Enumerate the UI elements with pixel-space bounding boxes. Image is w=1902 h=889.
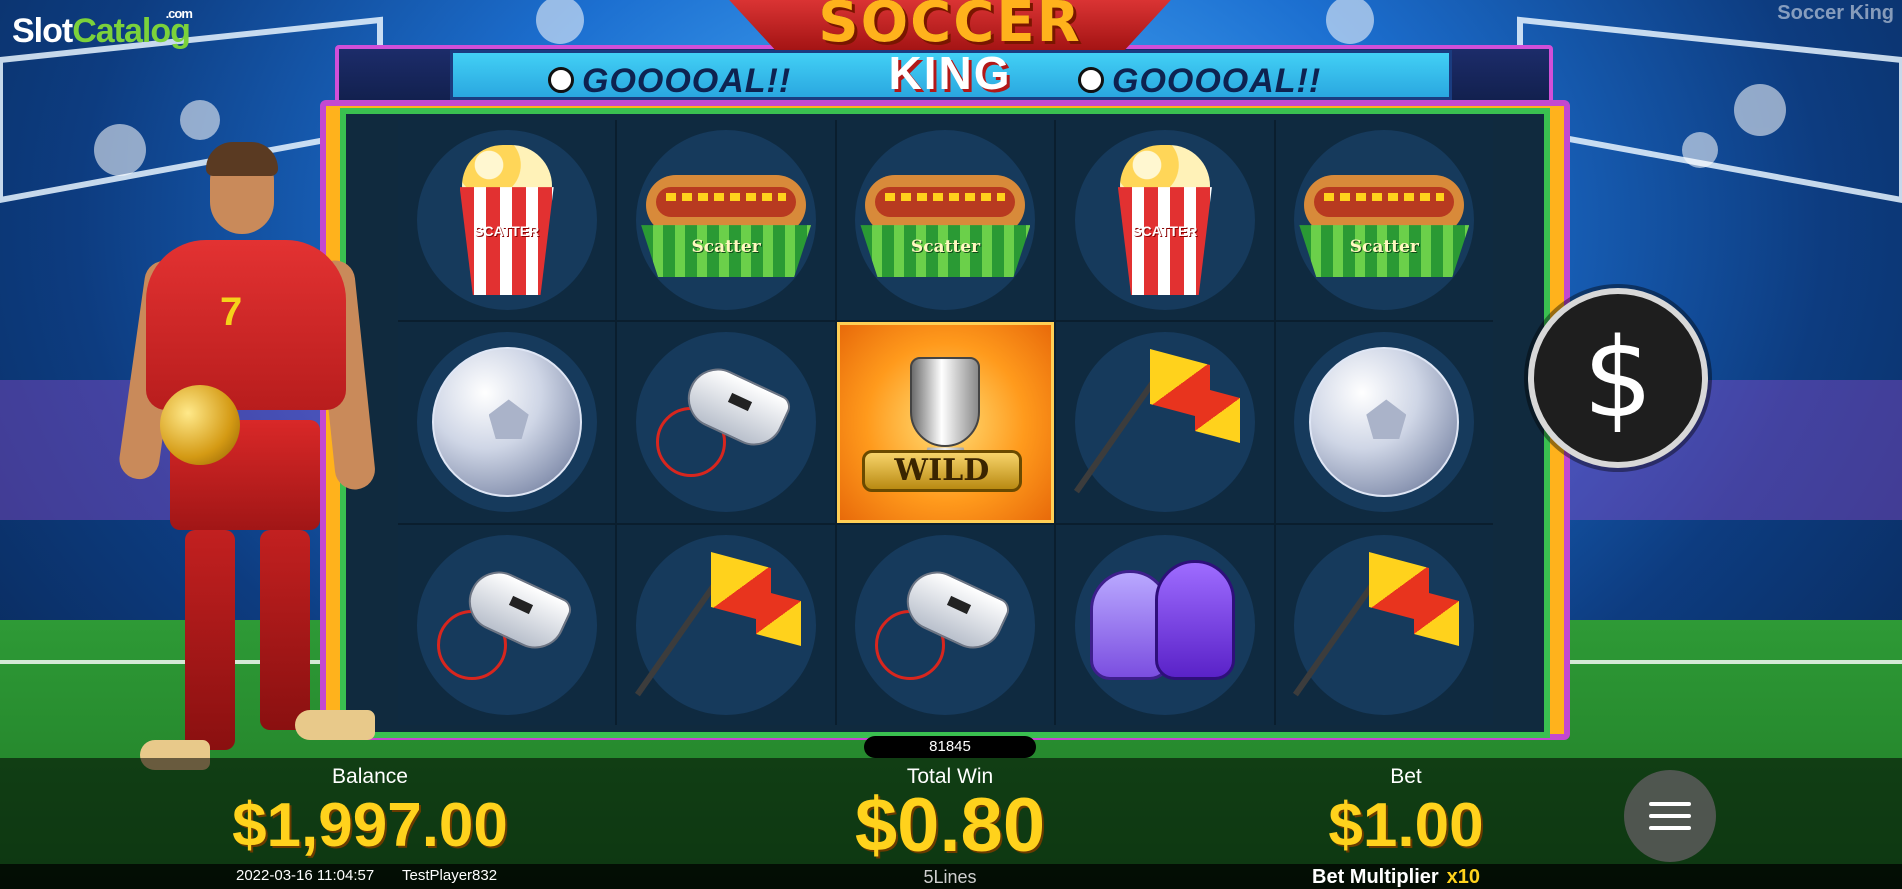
hotdog-scatter-symbol: Scatter (1299, 155, 1470, 285)
corner-flag-symbol (1073, 347, 1240, 497)
bet-multiplier: Bet Multiplier x10 (1312, 866, 1480, 889)
player-shirt (146, 240, 346, 410)
reel-cell (617, 524, 835, 725)
site-logo: SlotCatalog .com (12, 6, 193, 51)
bet-label: Bet (1390, 765, 1422, 788)
reel-cell (1056, 524, 1274, 725)
reel-cell: Scatter (617, 120, 835, 321)
hotdog-sausage (875, 187, 1016, 218)
lines-indicator: 5Lines (923, 867, 977, 887)
hotdog-mustard (885, 193, 1006, 202)
reel-cell-wild: WILD (836, 322, 1055, 523)
soccer-player-character: 7 (110, 140, 400, 800)
goalkeeper-gloves-symbol (1080, 550, 1250, 700)
trophy-cup (910, 357, 981, 448)
site-logo-slot: Slot (12, 12, 73, 50)
player-boot (295, 710, 375, 740)
reel-cell (836, 524, 1055, 725)
hamburger-icon (1649, 814, 1691, 818)
flag-cloth (1414, 588, 1460, 646)
hotdog-sausage (656, 187, 797, 218)
hamburger-icon (1649, 802, 1691, 806)
reel-cell (398, 524, 616, 725)
popcorn-box (1117, 187, 1212, 296)
hotdog-scatter-symbol: Scatter (641, 155, 812, 285)
balance-label: Balance (332, 765, 408, 788)
reel-grid: SCATTER Scatter Scatter SCATTER Scatter … (398, 120, 1493, 725)
hotdog-scatter-symbol: Scatter (860, 155, 1031, 285)
soccer-ball-symbol (431, 347, 582, 498)
reel-cell (1275, 524, 1493, 725)
glove-right (1154, 559, 1235, 680)
flag-cloth (756, 588, 802, 646)
balance-value: $1,997.00 (232, 791, 508, 860)
dollar-icon: $ (1583, 314, 1653, 442)
hotdog-sausage (1314, 187, 1455, 218)
player-hair (206, 142, 278, 176)
flag-cloth (1194, 386, 1240, 444)
logo-line-2: KING (888, 47, 1012, 99)
scatter-label: Scatter (691, 237, 761, 258)
whistle-symbol (870, 560, 1020, 690)
soccer-ball-symbol (1309, 347, 1460, 498)
scatter-label: Scatter (910, 237, 981, 258)
golden-ball (160, 385, 240, 465)
player-leg (260, 530, 310, 730)
reel-cell: Scatter (836, 120, 1055, 321)
popcorn-scatter-symbol: SCATTER (452, 145, 562, 296)
hamburger-icon (1649, 826, 1691, 830)
hotdog-mustard (666, 193, 787, 202)
reel-cell (1056, 322, 1274, 523)
scatter-label: SCATTER (1132, 223, 1198, 240)
game-logo: SOCCER KING (720, 0, 1180, 100)
timestamp: 2022-03-16 11:04:57 (236, 867, 375, 884)
popcorn-box (459, 187, 554, 296)
bet-value[interactable]: $1.00 (1206, 790, 1606, 861)
game-watermark: Soccer King (1777, 2, 1894, 24)
scatter-label: SCATTER (474, 223, 540, 240)
player-leg (185, 530, 235, 750)
round-id-counter: 81845 (864, 736, 1036, 758)
wild-label: WILD (861, 449, 1022, 492)
popcorn-scatter-symbol: SCATTER (1110, 145, 1220, 296)
corner-flag-symbol (635, 550, 802, 700)
bet-multiplier-value: x10 (1446, 866, 1481, 888)
whistle-symbol (651, 357, 801, 487)
reel-cell (1275, 322, 1493, 523)
ball-pentagon (488, 399, 529, 440)
player-name: TestPlayer832 (402, 867, 498, 884)
total-win-value: $0.80 (854, 783, 1046, 868)
site-logo-com: .com (165, 6, 193, 21)
soccer-ball-icon (548, 67, 574, 94)
hotdog-mustard (1324, 193, 1445, 202)
player-shirt-number: 7 (220, 290, 243, 334)
whistle-symbol (432, 560, 582, 690)
menu-button[interactable] (1624, 770, 1716, 862)
bet-multiplier-label: Bet Multiplier (1312, 866, 1439, 888)
game-stage: SlotCatalog .com Soccer King GOOOOAL!! G… (0, 0, 1902, 889)
corner-flag-symbol (1293, 550, 1460, 700)
scatter-label: Scatter (1349, 237, 1419, 258)
reel-cell: SCATTER (1056, 120, 1274, 321)
reel-cell (398, 322, 616, 523)
reel-cell: SCATTER (398, 120, 616, 321)
reel-cell (617, 322, 835, 523)
ball-pentagon (1366, 399, 1407, 440)
reel-cell: Scatter (1275, 120, 1493, 321)
spin-button[interactable]: $ (1528, 288, 1708, 468)
